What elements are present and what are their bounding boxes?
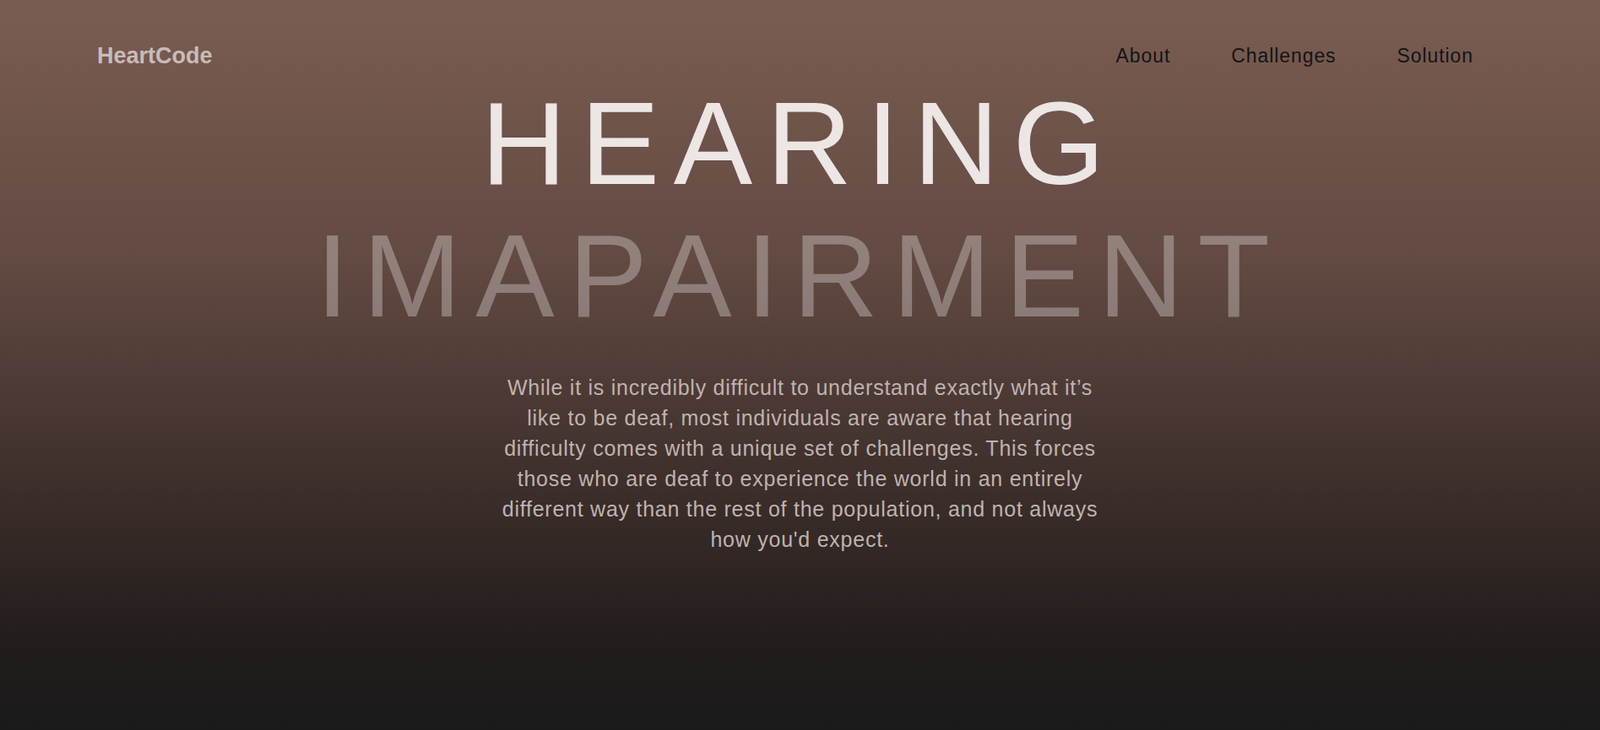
hero-description: While it is incredibly difficult to unde… (492, 372, 1109, 555)
main-nav: About Challenges Solution (1116, 41, 1474, 71)
nav-link[interactable]: About (1116, 41, 1172, 71)
hero-title: HEARINGIMAPAIRMENT (315, 76, 1285, 342)
nav-link[interactable]: Solution (1397, 41, 1474, 71)
brand-logo[interactable]: HeartCode (97, 38, 213, 74)
top-bar: HeartCode About Challenges Solution (0, 0, 1600, 74)
nav-link[interactable]: Challenges (1231, 41, 1336, 71)
hero-title-line: IMAPAIRMENT (315, 209, 1285, 342)
landing-page: HeartCode About Challenges Solution HEARINGI… (0, 0, 1600, 730)
hero: HEARINGIMAPAIRMENT While it is incredibly… (0, 76, 1600, 555)
hero-title-line: HEARING (481, 76, 1119, 210)
